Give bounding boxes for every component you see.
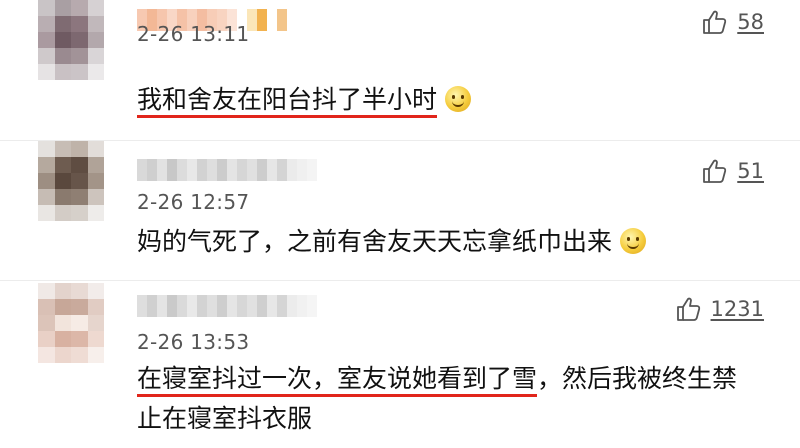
avatar[interactable] — [38, 141, 104, 221]
thumbs-up-icon — [703, 10, 727, 34]
comment-text: 我和舍友在阳台抖了半小时 — [137, 80, 757, 120]
username[interactable] — [137, 159, 317, 181]
like-count: 51 — [737, 159, 764, 183]
comment-item: 2-26 12:57 妈的气死了，之前有舍友天天忘拿纸巾出来 51 — [0, 140, 800, 280]
underlined-text: 在寝室抖过一次，室友说她看到了雪 — [137, 364, 538, 397]
smile-emoji-icon — [445, 86, 472, 112]
comment-time: 2-26 12:57 — [137, 190, 250, 214]
like-count: 1231 — [710, 297, 764, 321]
comment-text: 妈的气死了，之前有舍友天天忘拿纸巾出来 — [137, 222, 757, 262]
like-button[interactable]: 51 — [701, 157, 764, 185]
comment-item: 2-26 13:11 我和舍友在阳台抖了半小时 58 — [0, 0, 800, 140]
like-count: 58 — [737, 10, 764, 34]
like-button[interactable]: 58 — [701, 8, 764, 36]
thumbs-up-icon — [676, 297, 700, 321]
like-button[interactable]: 1231 — [675, 295, 764, 323]
underlined-text: 我和舍友在阳台抖了半小时 — [137, 85, 438, 118]
comment-time: 2-26 13:11 — [137, 22, 250, 46]
avatar[interactable] — [38, 283, 104, 363]
comment-item: 2-26 13:53 在寝室抖过一次，室友说她看到了雪，然后我被终生禁止在寝室抖… — [0, 280, 800, 448]
avatar[interactable] — [38, 0, 104, 80]
thinking-emoji-icon — [620, 228, 647, 254]
comment-body: 妈的气死了，之前有舍友天天忘拿纸巾出来 — [137, 227, 613, 256]
comment-text: 在寝室抖过一次，室友说她看到了雪，然后我被终生禁止在寝室抖衣服 — [137, 359, 757, 439]
comment-time: 2-26 13:53 — [137, 330, 250, 354]
thumbs-up-icon — [703, 159, 727, 183]
username[interactable] — [137, 295, 317, 317]
